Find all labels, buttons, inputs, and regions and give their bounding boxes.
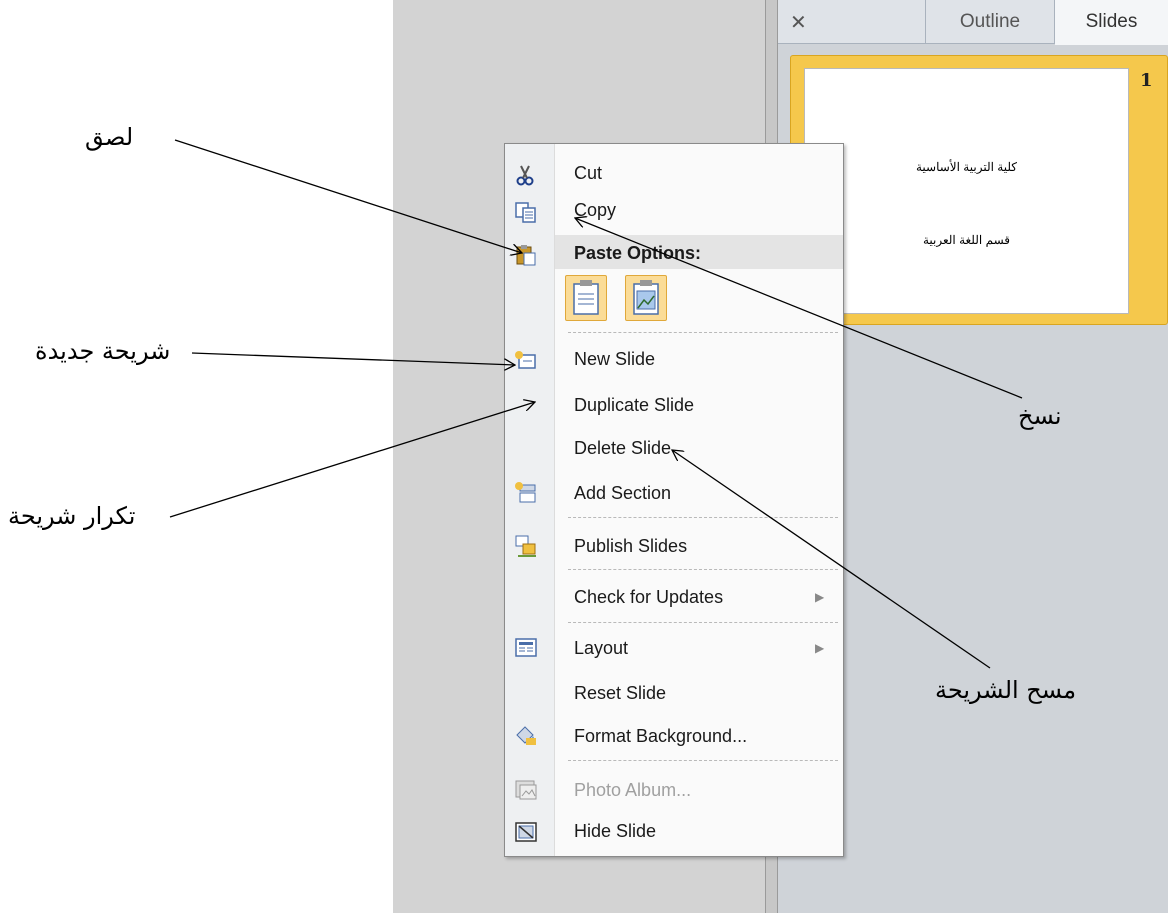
arrow-duplicate-slide <box>169 402 535 518</box>
arrow-new-slide <box>191 352 515 365</box>
annotation-duplicate-slide: تكرار شريحة <box>8 502 136 530</box>
annotation-delete-slide: مسح الشريحة <box>935 676 1077 704</box>
annotation-copy: نسخ <box>1018 402 1062 430</box>
annotation-paste: لصق <box>85 123 134 151</box>
annotation-new-slide: شريحة جديدة <box>35 337 171 365</box>
annotation-arrows <box>169 139 1023 669</box>
arrow-copy <box>575 218 1023 399</box>
arrow-delete-slide <box>672 450 991 669</box>
arrow-paste <box>174 139 522 253</box>
